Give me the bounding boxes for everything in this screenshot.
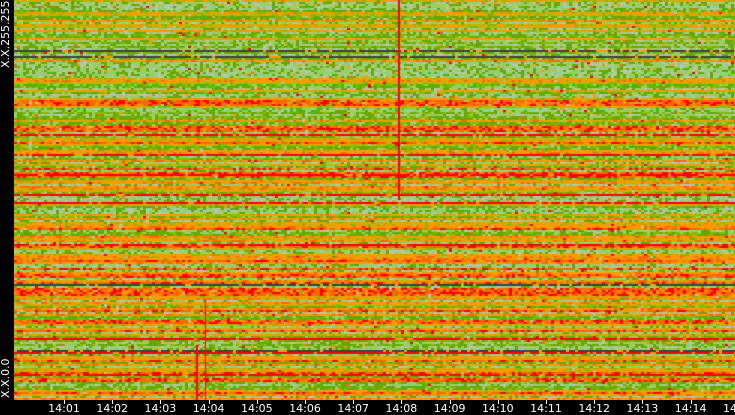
x-tick-label: 14:11 — [530, 402, 562, 415]
y-label-top: X.X.255.255 — [0, 0, 12, 68]
x-tick-label: 14:05 — [240, 402, 273, 415]
x-tick-label: 14:07 — [337, 402, 370, 415]
x-tick-label: 14:08 — [385, 402, 418, 415]
x-tick-label: 14:03 — [144, 402, 177, 415]
x-tick-label: 14:15 — [722, 402, 735, 415]
heatmap-plot[interactable] — [14, 0, 735, 400]
x-tick-label: 14:06 — [289, 402, 321, 415]
x-tick-label: 14:14 — [674, 402, 707, 415]
x-tick-label: 14:04 — [192, 402, 225, 415]
x-tick-label: 14:10 — [481, 402, 514, 415]
x-tick-label: 14:02 — [96, 402, 129, 415]
x-tick-label: 14:13 — [626, 402, 659, 415]
y-label-bottom: X.X.0.0 — [0, 358, 12, 398]
x-tick-label: 14:12 — [578, 402, 611, 415]
x-tick-label: 14:01 — [48, 402, 80, 415]
x-tick-label: 14:09 — [433, 402, 466, 415]
